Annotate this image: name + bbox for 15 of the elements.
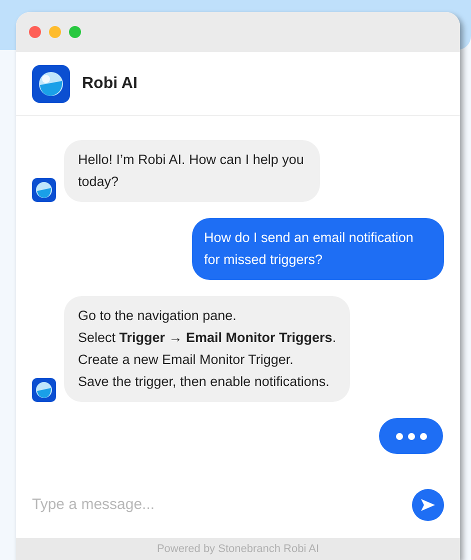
send-button[interactable] <box>412 489 444 521</box>
typing-indicator <box>379 418 443 454</box>
user-message: How do I send an email notification for missed triggers? <box>192 218 444 280</box>
bot-message: Go to the navigation pane. Select Trigger → Email Monitor Triggers. Create a new Email Monitor Trigger. Save the trigger, then enable notifications. <box>64 296 350 402</box>
robot-avatar-icon <box>32 178 56 202</box>
send-icon <box>421 499 435 511</box>
robot-logo-icon <box>32 64 70 102</box>
chat-title: Robi AI <box>82 74 138 94</box>
message-input[interactable]: Type a message... <box>32 494 404 516</box>
bot-message: Hello! I’m Robi AI. How can I help you today? <box>64 140 320 202</box>
footer-text: Powered by Stonebranch Robi AI <box>16 538 460 560</box>
maximize-button[interactable] <box>69 26 81 38</box>
minimize-button[interactable] <box>49 26 61 38</box>
close-button[interactable] <box>29 26 41 38</box>
robot-avatar-icon <box>32 378 56 402</box>
